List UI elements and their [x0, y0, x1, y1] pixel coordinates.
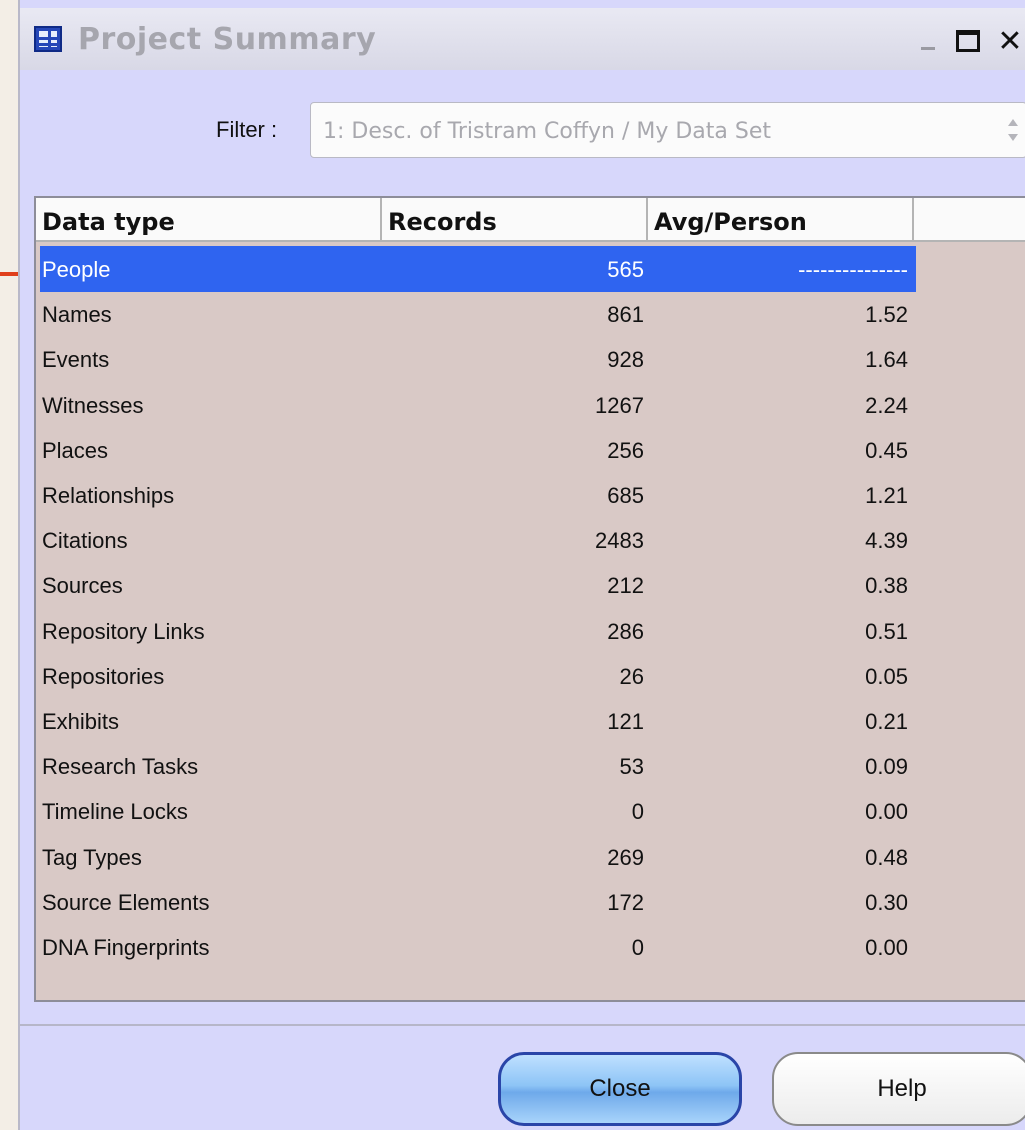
- data-type-cell: Witnesses: [42, 392, 144, 418]
- table-row[interactable]: Repository Links 286 0.51: [40, 608, 916, 654]
- data-type-cell: Events: [42, 347, 110, 373]
- avg-person-cell: 0.00: [865, 935, 908, 960]
- records-cell: 269: [607, 844, 644, 870]
- data-type-cell: People: [42, 257, 111, 282]
- table-row[interactable]: Citations 2483 4.39: [40, 517, 916, 563]
- close-button[interactable]: Close: [498, 1052, 742, 1126]
- avg-person-cell: 0.48: [865, 844, 908, 870]
- column-header-avg-person[interactable]: Avg/Person: [648, 198, 914, 242]
- data-type-cell: Citations: [42, 528, 128, 554]
- data-type-cell: Research Tasks: [42, 754, 199, 780]
- window-title: Project Summary: [78, 22, 377, 57]
- maximize-button[interactable]: [952, 26, 984, 56]
- records-cell: 0: [631, 935, 644, 960]
- records-cell: 2483: [595, 528, 644, 554]
- table-row[interactable]: Sources 212 0.38: [40, 562, 916, 608]
- data-type-cell: Source Elements: [42, 889, 210, 915]
- avg-person-cell: 4.39: [865, 528, 908, 554]
- data-type-cell: Places: [42, 437, 109, 463]
- avg-person-cell: 0.21: [865, 709, 908, 734]
- data-type-cell: Sources: [42, 573, 123, 599]
- minimize-icon: [921, 46, 935, 50]
- close-window-button[interactable]: ✕: [994, 23, 1025, 59]
- column-header-empty[interactable]: [914, 198, 1025, 242]
- avg-person-cell: 0.05: [865, 663, 908, 689]
- table-row[interactable]: Places 256 0.45: [40, 427, 916, 473]
- summary-table: Data type Records Avg/Person People 565 --…: [34, 196, 1025, 1002]
- records-cell: 256: [607, 437, 644, 463]
- table-row[interactable]: Source Elements 172 0.30: [40, 879, 916, 925]
- records-cell: 928: [607, 347, 644, 373]
- records-cell: 565: [607, 257, 644, 282]
- records-cell: 0: [631, 799, 644, 825]
- avg-person-cell: 1.52: [865, 302, 908, 328]
- avg-person-cell: 2.24: [865, 392, 908, 418]
- data-type-cell: Exhibits: [42, 709, 120, 734]
- data-type-cell: Relationships: [42, 483, 175, 508]
- avg-person-cell: 0.09: [865, 754, 908, 780]
- table-row[interactable]: Tag Types 269 0.48: [40, 834, 916, 880]
- filter-select[interactable]: 1: Desc. of Tristram Coffyn / My Data Se…: [310, 102, 1025, 158]
- records-cell: 26: [619, 663, 644, 689]
- data-type-cell: DNA Fingerprints: [42, 935, 210, 960]
- column-header-records[interactable]: Records: [382, 198, 648, 242]
- avg-person-cell: 1.64: [865, 347, 908, 373]
- table-row[interactable]: People 565 ---------------: [40, 246, 916, 292]
- records-cell: 212: [607, 573, 644, 599]
- table-row[interactable]: Research Tasks 53 0.09: [40, 743, 916, 789]
- avg-person-cell: 0.45: [865, 437, 908, 463]
- filter-value: 1: Desc. of Tristram Coffyn / My Data Se…: [323, 119, 772, 144]
- table-row[interactable]: Events 928 1.64: [40, 336, 916, 382]
- column-header-data-type[interactable]: Data type: [36, 198, 382, 242]
- table-row[interactable]: Repositories 26 0.05: [40, 653, 916, 699]
- divider: [20, 1024, 1025, 1026]
- data-type-cell: Tag Types: [42, 844, 142, 870]
- avg-person-cell: 1.21: [865, 483, 908, 508]
- data-type-cell: Repositories: [42, 663, 165, 689]
- title-bar[interactable]: Project Summary ✕: [20, 8, 1025, 70]
- records-cell: 53: [619, 754, 644, 780]
- records-cell: 685: [607, 483, 644, 508]
- data-type-cell: Names: [42, 302, 112, 328]
- avg-person-cell: 0.38: [865, 573, 908, 599]
- records-cell: 861: [607, 302, 644, 328]
- minimize-button[interactable]: [912, 26, 944, 56]
- records-cell: 121: [607, 709, 644, 734]
- table-row[interactable]: Timeline Locks 0 0.00: [40, 788, 916, 834]
- table-row[interactable]: Witnesses 1267 2.24: [40, 382, 916, 428]
- table-grid-icon: [34, 26, 62, 52]
- table-row[interactable]: DNA Fingerprints 0 0.00: [40, 924, 916, 970]
- spinner-arrows-icon[interactable]: [1008, 117, 1020, 143]
- maximize-icon: [956, 30, 980, 52]
- avg-person-cell: 0.00: [865, 799, 908, 825]
- filter-label: Filter :: [216, 117, 278, 142]
- data-type-cell: Timeline Locks: [42, 799, 188, 825]
- avg-person-cell: 0.30: [865, 889, 908, 915]
- project-summary-window: Project Summary ✕ Filter : 1: Desc. of T…: [18, 0, 1025, 1130]
- avg-person-cell: ---------------: [798, 257, 908, 282]
- table-row[interactable]: Names 861 1.52: [40, 291, 916, 337]
- close-icon: ✕: [997, 23, 1023, 59]
- avg-person-cell: 0.51: [865, 618, 908, 644]
- records-cell: 1267: [595, 392, 644, 418]
- data-type-cell: Repository Links: [42, 618, 205, 644]
- table-header: Data type Records Avg/Person: [36, 198, 1025, 242]
- help-button[interactable]: Help: [772, 1052, 1025, 1126]
- table-row[interactable]: Exhibits 121 0.21: [40, 698, 916, 744]
- records-cell: 286: [607, 618, 644, 644]
- table-row[interactable]: Relationships 685 1.21: [40, 472, 916, 518]
- records-cell: 172: [607, 889, 644, 915]
